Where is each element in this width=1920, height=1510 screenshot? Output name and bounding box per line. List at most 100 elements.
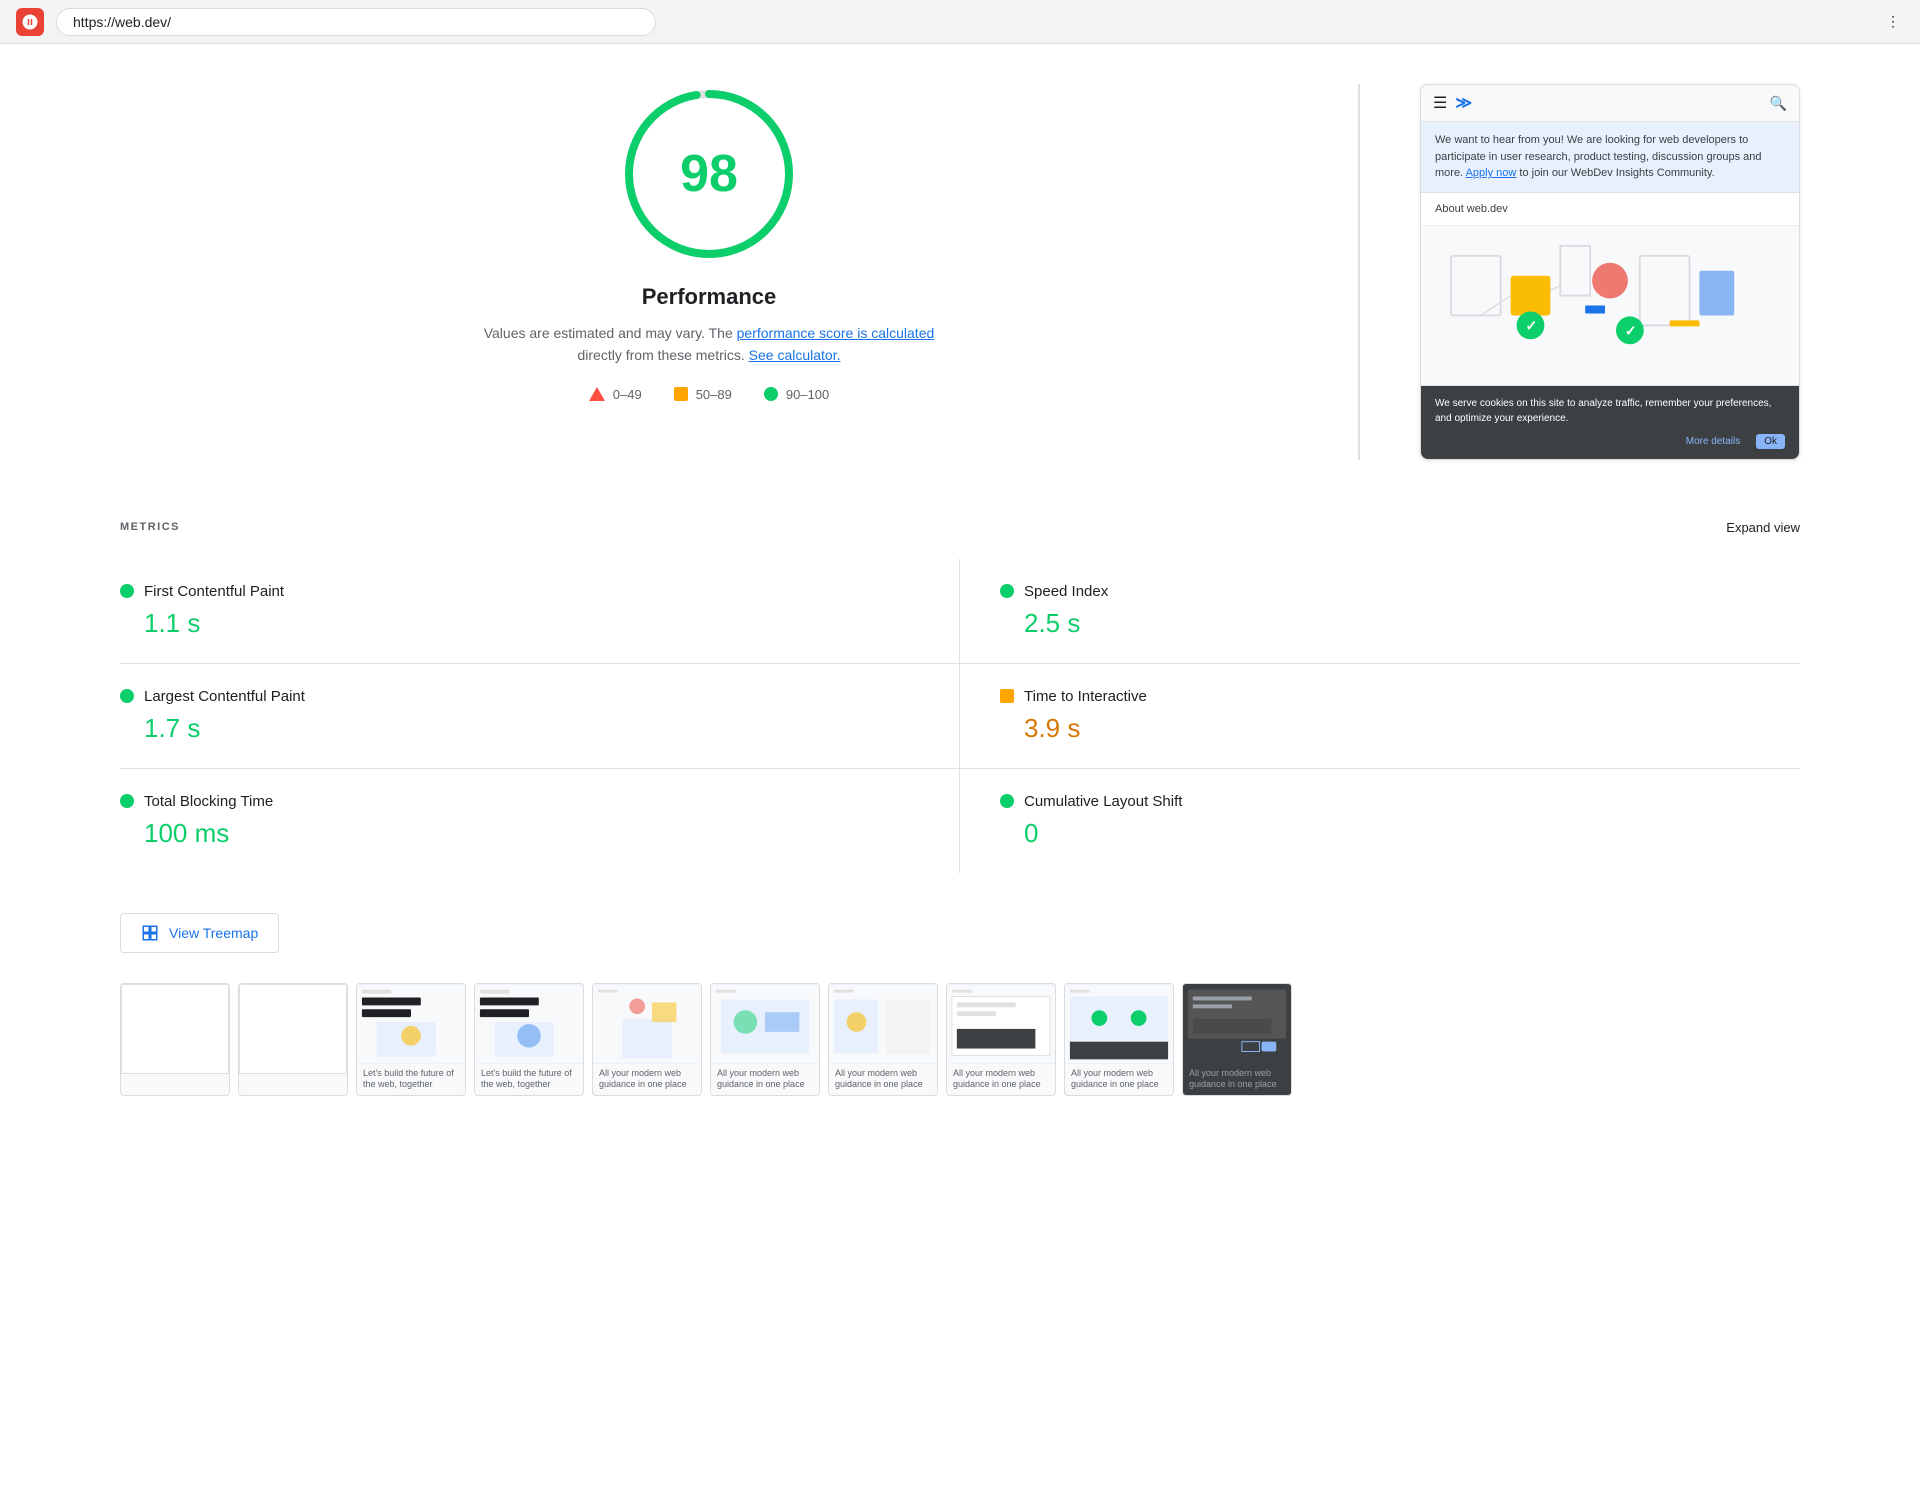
- treemap-icon: [141, 924, 159, 942]
- metric-si: Speed Index 2.5 s: [960, 559, 1800, 664]
- treemap-section: View Treemap: [0, 893, 1920, 983]
- metric-tti-header: Time to Interactive: [1000, 688, 1800, 705]
- metric-tbt: Total Blocking Time 100 ms: [120, 769, 960, 873]
- performance-score: 98: [680, 144, 738, 204]
- screenshot-banner: We want to hear from you! We are looking…: [1421, 122, 1799, 193]
- filmstrip-frame: Let's build the future of the web, toget…: [356, 983, 466, 1096]
- filmstrip-caption: All your modern web guidance in one plac…: [711, 1064, 819, 1095]
- filmstrip-section: Let's build the future of the web, toget…: [0, 983, 1920, 1136]
- fail-range: 0–49: [613, 387, 642, 402]
- metric-lcp-label: Largest Contentful Paint: [144, 688, 305, 705]
- filmstrip-frame: All your modern web guidance in one plac…: [710, 983, 820, 1096]
- cookie-more-details-button[interactable]: More details: [1678, 434, 1748, 449]
- metric-cls-value: 0: [1000, 818, 1800, 849]
- filmstrip-caption: All your modern web guidance in one plac…: [829, 1064, 937, 1095]
- metric-tbt-value: 100 ms: [120, 818, 919, 849]
- mini-search-icon: 🔍: [1770, 95, 1787, 112]
- filmstrip-frame: All your modern web guidance in one plac…: [1064, 983, 1174, 1096]
- filmstrip-frame: All your modern web guidance in one plac…: [1182, 983, 1292, 1096]
- average-icon: [674, 387, 688, 401]
- metric-tti-status-dot: [1000, 689, 1014, 703]
- screenshot-illustration: ✓ ✓: [1421, 226, 1799, 386]
- filmstrip-caption: All your modern web guidance in one plac…: [1183, 1064, 1291, 1095]
- filmstrip-frame: Let's build the future of the web, toget…: [474, 983, 584, 1096]
- filmstrip-caption: Let's build the future of the web, toget…: [357, 1064, 465, 1095]
- good-icon: [764, 387, 778, 401]
- screenshot-browser-bar: ☰ ≫ 🔍: [1421, 85, 1799, 122]
- browser-menu-button[interactable]: ⋮: [1882, 9, 1904, 34]
- screenshot-card: ☰ ≫ 🔍 We want to hear from you! We are l…: [1420, 84, 1800, 460]
- metrics-section: METRICS Expand view First Contentful Pai…: [0, 500, 1920, 893]
- metric-cls-header: Cumulative Layout Shift: [1000, 793, 1800, 810]
- metric-cls-status-dot: [1000, 794, 1014, 808]
- filmstrip-inner: [829, 984, 937, 1064]
- legend-item-fail: 0–49: [589, 387, 642, 402]
- filmstrip-inner: [475, 984, 583, 1064]
- metric-tbt-status-dot: [120, 794, 134, 808]
- browser-logo: [16, 8, 44, 36]
- mini-menu-icon: ☰: [1433, 93, 1447, 113]
- metric-tti-label: Time to Interactive: [1024, 688, 1147, 705]
- filmstrip-caption: All your modern web guidance in one plac…: [1065, 1064, 1173, 1095]
- cookie-text: We serve cookies on this site to analyze…: [1435, 396, 1785, 426]
- performance-title: Performance: [642, 284, 777, 310]
- filmstrip-inner: [1065, 984, 1173, 1064]
- filmstrip-caption: All your modern web guidance in one plac…: [593, 1064, 701, 1095]
- metric-tti-value: 3.9 s: [1000, 713, 1800, 744]
- panel-divider: [1358, 84, 1360, 460]
- fail-icon: [589, 387, 605, 401]
- metric-cls-label: Cumulative Layout Shift: [1024, 793, 1182, 810]
- svg-text:✓: ✓: [1625, 322, 1637, 338]
- screenshot-about: About web.dev: [1421, 193, 1799, 226]
- filmstrip-inner: [593, 984, 701, 1064]
- metric-fcp-label: First Contentful Paint: [144, 583, 284, 600]
- filmstrip-caption: Let's build the future of the web, toget…: [475, 1064, 583, 1095]
- filmstrip-inner: [947, 984, 1055, 1064]
- cookie-ok-button[interactable]: Ok: [1756, 434, 1785, 449]
- metric-si-label: Speed Index: [1024, 583, 1108, 600]
- metric-lcp: Largest Contentful Paint 1.7 s: [120, 664, 960, 769]
- filmstrip-blank-2: [239, 984, 347, 1074]
- metric-lcp-status-dot: [120, 689, 134, 703]
- filmstrip-frame: [120, 983, 230, 1096]
- filmstrip-caption: All your modern web guidance in one plac…: [947, 1064, 1055, 1095]
- metric-fcp-header: First Contentful Paint: [120, 583, 919, 600]
- metric-cls: Cumulative Layout Shift 0: [960, 769, 1800, 873]
- performance-score-link[interactable]: performance score is calculated: [737, 325, 935, 341]
- address-bar[interactable]: https://web.dev/: [56, 8, 656, 36]
- legend-item-good: 90–100: [764, 387, 829, 402]
- view-treemap-button[interactable]: View Treemap: [120, 913, 279, 953]
- filmstrip-blank-1: [121, 984, 229, 1074]
- right-panel: ☰ ≫ 🔍 We want to hear from you! We are l…: [1420, 84, 1800, 460]
- legend-item-average: 50–89: [674, 387, 732, 402]
- good-range: 90–100: [786, 387, 829, 402]
- metric-tbt-label: Total Blocking Time: [144, 793, 273, 810]
- expand-view-button[interactable]: Expand view: [1726, 520, 1800, 535]
- performance-description: Values are estimated and may vary. The p…: [479, 322, 939, 367]
- see-calculator-link[interactable]: See calculator.: [749, 347, 841, 363]
- score-circle: 98: [619, 84, 799, 264]
- metric-si-status-dot: [1000, 584, 1014, 598]
- metric-tti: Time to Interactive 3.9 s: [960, 664, 1800, 769]
- score-legend: 0–49 50–89 90–100: [589, 387, 829, 402]
- apply-now-link[interactable]: Apply now: [1466, 167, 1517, 179]
- metrics-section-title: METRICS: [120, 521, 180, 533]
- filmstrip-frame: All your modern web guidance in one plac…: [946, 983, 1056, 1096]
- left-panel: 98 Performance Values are estimated and …: [120, 84, 1298, 460]
- filmstrip-frame: All your modern web guidance in one plac…: [828, 983, 938, 1096]
- treemap-button-label: View Treemap: [169, 925, 258, 941]
- average-range: 50–89: [696, 387, 732, 402]
- webdev-logo-icon: ≫: [1455, 93, 1472, 113]
- filmstrip: Let's build the future of the web, toget…: [120, 983, 1800, 1096]
- filmstrip-frame: All your modern web guidance in one plac…: [592, 983, 702, 1096]
- metrics-grid: First Contentful Paint 1.1 s Speed Index…: [120, 559, 1800, 873]
- browser-chrome: https://web.dev/ ⋮: [0, 0, 1920, 44]
- metric-si-header: Speed Index: [1000, 583, 1800, 600]
- metric-fcp: First Contentful Paint 1.1 s: [120, 559, 960, 664]
- svg-text:✓: ✓: [1526, 317, 1538, 333]
- filmstrip-inner: [1183, 984, 1291, 1064]
- filmstrip-inner: [357, 984, 465, 1064]
- screenshot-cookie: We serve cookies on this site to analyze…: [1421, 386, 1799, 459]
- metric-si-value: 2.5 s: [1000, 608, 1800, 639]
- score-section: 98 Performance Values are estimated and …: [120, 84, 1298, 442]
